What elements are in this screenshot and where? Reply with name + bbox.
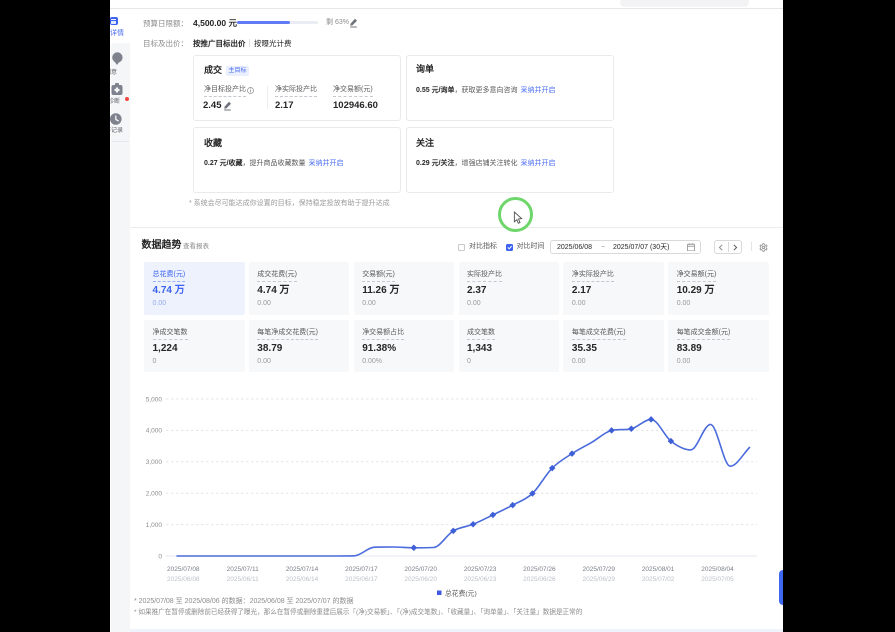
svg-text:2025/08/04: 2025/08/04 xyxy=(701,566,734,573)
svg-text:2025/06/14: 2025/06/14 xyxy=(286,576,319,583)
svg-text:2025/07/11: 2025/07/11 xyxy=(227,566,259,573)
svg-text:2025/07/05: 2025/07/05 xyxy=(701,576,734,583)
svg-text:2025/07/14: 2025/07/14 xyxy=(286,566,319,573)
svg-text:2025/07/02: 2025/07/02 xyxy=(642,576,675,583)
svg-text:2025/07/29: 2025/07/29 xyxy=(583,566,616,573)
svg-text:4,000: 4,000 xyxy=(146,428,163,435)
svg-text:2025/07/23: 2025/07/23 xyxy=(464,566,497,573)
svg-text:1,000: 1,000 xyxy=(146,522,163,529)
svg-text:3,000: 3,000 xyxy=(146,459,163,466)
svg-text:5,000: 5,000 xyxy=(146,396,163,403)
svg-text:2025/06/26: 2025/06/26 xyxy=(523,576,556,583)
svg-text:2025/07/20: 2025/07/20 xyxy=(404,566,437,573)
svg-text:2025/07/17: 2025/07/17 xyxy=(345,566,378,573)
svg-text:0: 0 xyxy=(158,553,162,560)
svg-text:总花费(元): 总花费(元) xyxy=(445,589,477,598)
svg-text:2025/06/11: 2025/06/11 xyxy=(227,576,259,583)
svg-text:2025/08/01: 2025/08/01 xyxy=(642,566,675,573)
svg-text:2025/06/23: 2025/06/23 xyxy=(464,576,497,583)
svg-text:2025/07/08: 2025/07/08 xyxy=(167,566,200,573)
svg-text:2,000: 2,000 xyxy=(146,491,163,498)
svg-text:2025/07/26: 2025/07/26 xyxy=(523,566,556,573)
svg-text:2025/06/08: 2025/06/08 xyxy=(167,576,200,583)
svg-text:2025/06/20: 2025/06/20 xyxy=(404,576,437,583)
svg-text:2025/06/29: 2025/06/29 xyxy=(583,576,616,583)
svg-text:2025/06/17: 2025/06/17 xyxy=(345,576,378,583)
